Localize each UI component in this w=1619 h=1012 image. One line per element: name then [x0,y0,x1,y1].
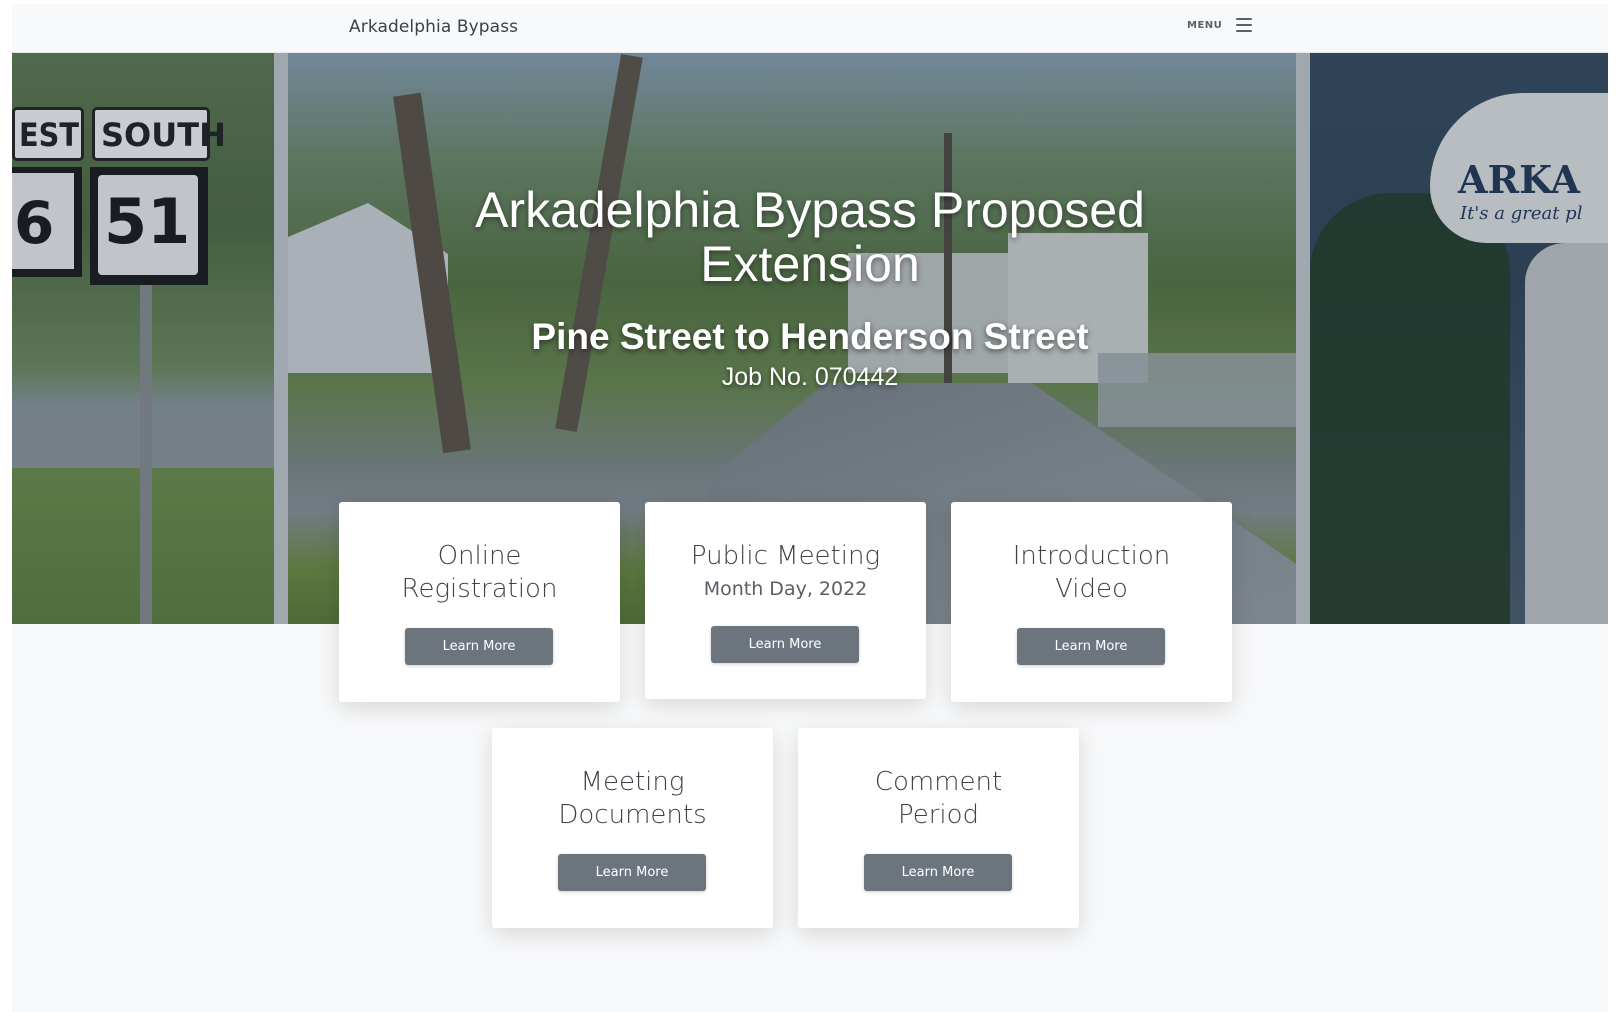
card-title-line1: Meeting [580,767,685,797]
card-comment-period: Comment Period Learn More [798,728,1079,928]
card-title-line1: Online [437,541,522,571]
hero-subtitle: Pine Street to Henderson Street [531,316,1089,357]
card-title-line1: Introduction [1012,541,1171,571]
card-introduction-video: Introduction Video Learn More [951,502,1232,702]
page-frame: Arkadelphia Bypass MENU EST SOUTH 6 51 A… [12,4,1608,1012]
hero-title-line2: Extension [700,236,920,292]
card-meeting-date: Month Day, 2022 [703,578,868,600]
hero-job-number: Job No. 070442 [721,363,899,391]
card-public-meeting: Public Meeting Month Day, 2022 Learn Mor… [645,502,926,699]
meeting-documents-learn-more-button[interactable]: Learn More [558,854,706,891]
card-title: Comment Period [798,766,1079,832]
introduction-video-learn-more-button[interactable]: Learn More [1017,628,1165,665]
card-title: Meeting Documents [492,766,773,832]
card-title-line2: Video [1055,574,1128,604]
hamburger-icon [1236,18,1253,32]
hero-title-line1: Arkadelphia Bypass Proposed [475,182,1145,238]
card-title-line2: Documents [558,800,707,830]
hero-title: Arkadelphia Bypass Proposed Extension [12,183,1608,291]
navbar: Arkadelphia Bypass MENU [12,4,1608,53]
card-title-line2: Registration [401,574,558,604]
card-title: Online Registration [339,540,620,606]
comment-period-learn-more-button[interactable]: Learn More [864,854,1012,891]
menu-toggle-button[interactable]: MENU [1187,18,1253,32]
card-title-line1: Comment [874,767,1003,797]
card-title: Introduction Video [951,540,1232,606]
card-online-registration: Online Registration Learn More [339,502,620,702]
site-brand-link[interactable]: Arkadelphia Bypass [349,17,518,37]
menu-label: MENU [1187,19,1223,31]
card-meeting-documents: Meeting Documents Learn More [492,728,773,928]
online-registration-learn-more-button[interactable]: Learn More [405,628,553,665]
public-meeting-learn-more-button[interactable]: Learn More [711,626,859,663]
card-title: Public Meeting [690,541,881,571]
card-title-line2: Period [897,800,980,830]
